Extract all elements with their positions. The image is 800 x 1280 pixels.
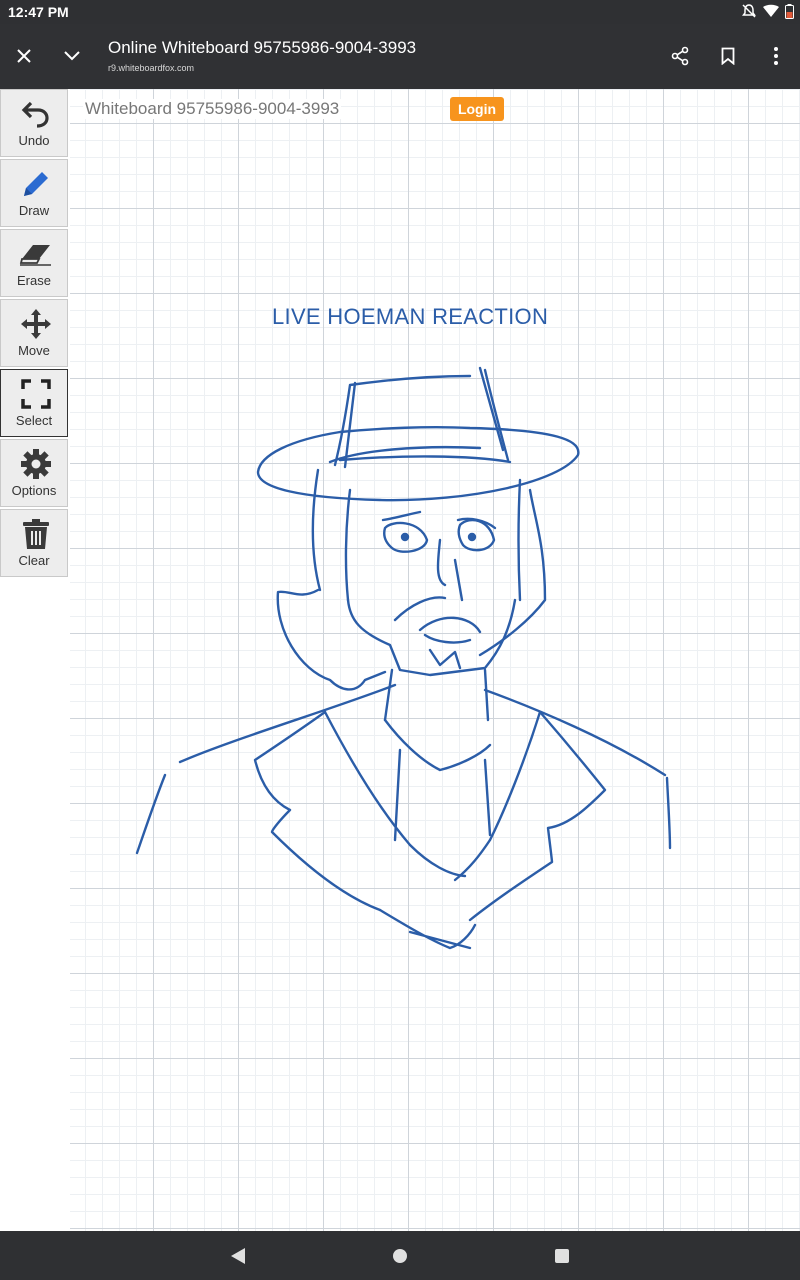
select-label: Select [15,413,53,428]
sketch-drawing [135,366,672,950]
overflow-menu-button[interactable] [756,36,796,76]
draw-label: Draw [18,203,50,218]
share-icon [671,46,689,66]
back-button[interactable] [224,1244,252,1268]
page-url: r9.whiteboardfox.com [108,63,195,73]
close-button[interactable] [4,36,44,76]
move-label: Move [18,343,50,358]
system-nav-bar [0,1232,800,1280]
bookmark-button[interactable] [708,36,748,76]
close-icon [17,49,31,63]
select-tool-button[interactable]: Select [0,369,68,437]
erase-tool-button[interactable]: Erase [0,229,68,297]
whiteboard-canvas[interactable]: Whiteboard 95755986-9004-3993 Login LIVE… [70,89,800,1231]
mute-icon [742,4,756,18]
draw-tool-button[interactable]: Draw [0,159,68,227]
back-triangle-icon [231,1248,245,1264]
clear-tool-button[interactable]: Clear [0,509,68,577]
page-title: Online Whiteboard 95755986-9004-3993 [108,38,417,57]
select-icon [19,378,53,410]
eraser-icon [19,238,53,270]
recents-button[interactable] [548,1244,576,1268]
home-button[interactable] [386,1244,414,1268]
bookmark-icon [721,47,735,65]
options-tool-button[interactable]: Options [0,439,68,507]
move-icon [19,308,53,340]
battery-icon [785,3,794,19]
share-button[interactable] [660,36,700,76]
browser-app-bar: Online Whiteboard 95755986-9004-3993 r9.… [0,24,800,88]
pencil-icon [19,168,53,200]
recents-square-icon [555,1249,569,1263]
status-bar: 12:47 PM [0,0,800,24]
collapse-button[interactable] [52,36,92,76]
tool-palette: Undo Draw Erase Move Select Options Clea… [0,89,70,1231]
drawing-caption: LIVE HOEMAN REACTION [272,304,549,329]
wifi-icon [763,4,779,17]
status-icons [741,3,794,19]
board-title: Whiteboard 95755986-9004-3993 [83,99,342,119]
options-label: Options [11,483,57,498]
undo-tool-button[interactable]: Undo [0,89,68,157]
login-button[interactable]: Login [450,97,504,121]
undo-label: Undo [18,133,50,148]
gear-icon [19,448,53,480]
clear-label: Clear [18,553,50,568]
move-tool-button[interactable]: Move [0,299,68,367]
status-time: 12:47 PM [8,4,69,20]
erase-label: Erase [17,273,51,288]
chevron-down-icon [64,51,80,61]
undo-icon [19,98,53,130]
trash-icon [19,518,53,550]
home-circle-icon [393,1249,407,1263]
more-vert-icon [774,47,778,65]
